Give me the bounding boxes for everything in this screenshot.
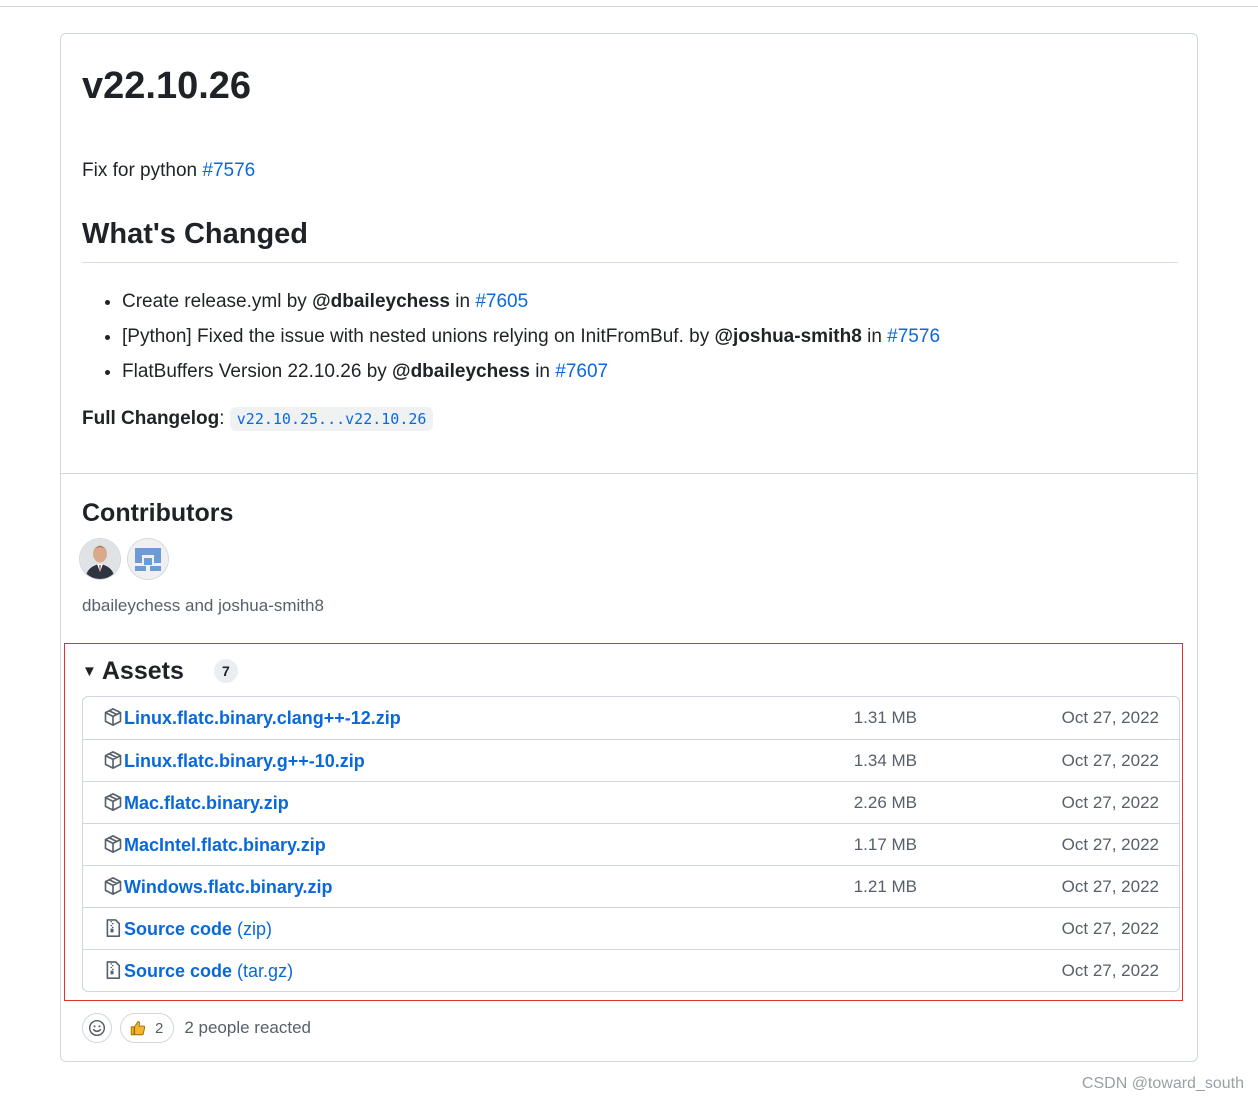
asset-date: Oct 27, 2022 bbox=[1061, 751, 1159, 770]
top-divider bbox=[0, 6, 1258, 7]
asset-download-link[interactable]: Source code (zip) bbox=[124, 917, 272, 941]
person-avatar-icon bbox=[80, 539, 120, 579]
release-intro: Fix for python #7576 bbox=[82, 158, 255, 184]
pr-link[interactable]: #7576 bbox=[887, 326, 940, 347]
author-link[interactable]: @joshua-smith8 bbox=[714, 326, 861, 347]
change-item: Create release.yml by @dbaileychess in #… bbox=[122, 284, 940, 319]
asset-download-link[interactable]: Linux.flatc.binary.clang++-12.zip bbox=[124, 706, 401, 730]
asset-size: 1.21 MB bbox=[853, 877, 917, 896]
change-in: in bbox=[529, 361, 556, 382]
thumbs-up-icon bbox=[130, 1021, 146, 1036]
section-divider bbox=[61, 473, 1197, 474]
smiley-icon bbox=[88, 1019, 106, 1037]
asset-date: Oct 27, 2022 bbox=[1061, 708, 1159, 727]
author-link[interactable]: @dbaileychess bbox=[392, 361, 530, 382]
changelog-sep: : bbox=[219, 408, 230, 429]
reactions-summary: 2 people reacted bbox=[184, 1018, 311, 1037]
assets-count-badge: 7 bbox=[213, 659, 238, 683]
assets-section-highlight: ▼ Assets 7 Linux.flatc.binary.clang++-12… bbox=[64, 643, 1183, 1001]
file-zip-icon bbox=[106, 919, 121, 937]
asset-row: Source code (zip) Oct 27, 2022 bbox=[83, 907, 1179, 949]
package-icon bbox=[104, 835, 122, 853]
asset-row: Windows.flatc.binary.zip 1.21 MB Oct 27,… bbox=[83, 865, 1179, 907]
full-changelog: Full Changelog: v22.10.25...v22.10.26 bbox=[82, 404, 434, 434]
asset-row: MacIntel.flatc.binary.zip 1.17 MB Oct 27… bbox=[83, 823, 1179, 865]
heading-rule bbox=[82, 262, 1178, 263]
change-in: in bbox=[449, 291, 476, 312]
assets-list: Linux.flatc.binary.clang++-12.zip 1.31 M… bbox=[82, 696, 1180, 992]
intro-issue-link[interactable]: #7576 bbox=[202, 160, 255, 181]
change-item: FlatBuffers Version 22.10.26 by @dbailey… bbox=[122, 354, 940, 389]
asset-row: Linux.flatc.binary.clang++-12.zip 1.31 M… bbox=[83, 697, 1179, 739]
changes-list: Create release.yml by @dbaileychess in #… bbox=[82, 284, 940, 389]
asset-size: 1.34 MB bbox=[853, 751, 917, 770]
pr-link[interactable]: #7607 bbox=[555, 361, 608, 382]
changelog-compare-link[interactable]: v22.10.25...v22.10.26 bbox=[229, 407, 434, 431]
change-text: FlatBuffers Version 22.10.26 by bbox=[122, 361, 393, 382]
change-item: [Python] Fixed the issue with nested uni… bbox=[122, 319, 940, 354]
package-icon bbox=[104, 877, 122, 895]
contributors-heading: Contributors bbox=[82, 499, 234, 527]
reactions-bar: 2 2 people reacted bbox=[82, 1013, 311, 1043]
asset-download-link[interactable]: Source code (tar.gz) bbox=[124, 959, 293, 983]
thumbs-up-count: 2 bbox=[155, 1019, 164, 1037]
package-icon bbox=[104, 793, 122, 811]
asset-row: Mac.flatc.binary.zip 2.26 MB Oct 27, 202… bbox=[83, 781, 1179, 823]
change-in: in bbox=[861, 326, 888, 347]
thumbs-up-reaction-button[interactable]: 2 bbox=[120, 1013, 175, 1043]
changelog-label: Full Changelog bbox=[82, 408, 220, 429]
whats-changed-heading: What's Changed bbox=[82, 218, 309, 250]
intro-text: Fix for python bbox=[82, 160, 203, 181]
avatar-joshua-smith8[interactable] bbox=[128, 539, 168, 579]
package-icon bbox=[104, 708, 122, 726]
contributors-names: dbaileychess and joshua-smith8 bbox=[82, 596, 324, 615]
assets-summary[interactable]: ▼ Assets 7 bbox=[82, 656, 238, 686]
asset-size: 1.31 MB bbox=[853, 708, 917, 727]
file-zip-icon bbox=[106, 961, 121, 979]
asset-download-link[interactable]: Mac.flatc.binary.zip bbox=[124, 791, 289, 815]
asset-row: Linux.flatc.binary.g++-10.zip 1.34 MB Oc… bbox=[83, 739, 1179, 781]
change-text: Create release.yml by bbox=[122, 291, 313, 312]
asset-date: Oct 27, 2022 bbox=[1061, 835, 1159, 854]
asset-date: Oct 27, 2022 bbox=[1061, 877, 1159, 896]
asset-download-link[interactable]: Windows.flatc.binary.zip bbox=[124, 875, 333, 899]
asset-size: 1.17 MB bbox=[853, 835, 917, 854]
asset-download-link[interactable]: Linux.flatc.binary.g++-10.zip bbox=[124, 749, 365, 773]
watermark: CSDN @toward_south bbox=[1081, 1075, 1244, 1092]
change-text: [Python] Fixed the issue with nested uni… bbox=[122, 326, 715, 347]
asset-date: Oct 27, 2022 bbox=[1061, 793, 1159, 812]
asset-size: 2.26 MB bbox=[853, 793, 917, 812]
assets-heading[interactable]: Assets bbox=[102, 656, 184, 686]
release-title[interactable]: v22.10.26 bbox=[82, 62, 251, 110]
pr-link[interactable]: #7605 bbox=[475, 291, 528, 312]
asset-download-link[interactable]: MacIntel.flatc.binary.zip bbox=[124, 833, 326, 857]
asset-date: Oct 27, 2022 bbox=[1061, 961, 1159, 980]
contributor-avatars bbox=[80, 539, 168, 579]
asset-row: Source code (tar.gz) Oct 27, 2022 bbox=[83, 949, 1179, 991]
add-reaction-button[interactable] bbox=[82, 1013, 112, 1043]
caret-down-icon[interactable]: ▼ bbox=[82, 663, 97, 680]
release-card: v22.10.26 Fix for python #7576 What's Ch… bbox=[60, 33, 1198, 1062]
identicon-avatar-icon bbox=[128, 539, 168, 579]
asset-date: Oct 27, 2022 bbox=[1061, 919, 1159, 938]
author-link[interactable]: @dbaileychess bbox=[312, 291, 450, 312]
avatar-dbaileychess[interactable] bbox=[80, 539, 120, 579]
package-icon bbox=[104, 751, 122, 769]
